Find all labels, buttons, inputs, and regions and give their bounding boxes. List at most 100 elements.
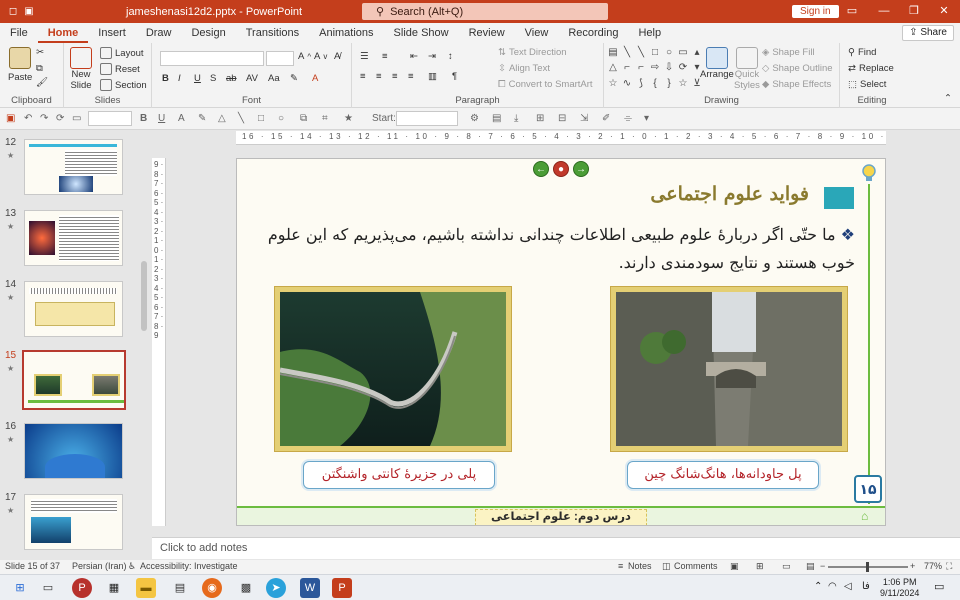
animation-mini-icon[interactable]: ★ xyxy=(344,113,353,124)
arrange-mini-icon[interactable]: ⧉ xyxy=(300,113,307,124)
language-indicator[interactable]: Persian (Iran) xyxy=(72,561,127,571)
pinned-app-p-icon[interactable]: P xyxy=(72,578,92,598)
slide-title[interactable]: فواید علوم اجتماعی xyxy=(650,183,809,205)
bullets-icon[interactable]: ☰ xyxy=(360,51,369,62)
search-box[interactable]: ⚲ Search (Alt+Q) xyxy=(362,3,608,20)
cut-icon[interactable]: ✂ xyxy=(36,47,44,58)
zoom-out-icon[interactable]: − xyxy=(820,561,825,571)
mini-icon-2[interactable]: ▤ xyxy=(492,113,501,124)
font-color-icon[interactable]: A xyxy=(312,73,318,84)
mini-icon-6[interactable]: ⇲ xyxy=(580,113,588,124)
network-app-icon[interactable]: ▩ xyxy=(236,578,256,598)
font-name-select[interactable] xyxy=(160,51,264,66)
mini-icon-3[interactable]: ⤓ xyxy=(514,113,518,124)
normal-view-icon[interactable]: ▣ xyxy=(730,561,739,572)
decrease-indent-icon[interactable]: ⇤ xyxy=(410,51,418,62)
save-icon[interactable]: ▣ xyxy=(22,5,36,19)
quick-styles-button[interactable]: Quick Styles xyxy=(734,47,760,91)
scrollbar-thumb[interactable] xyxy=(141,261,147,331)
input-language[interactable]: فا xyxy=(862,581,870,592)
minimize-icon[interactable]: — xyxy=(868,0,900,23)
undo-icon[interactable]: ↶ xyxy=(24,113,32,124)
tab-slide-show[interactable]: Slide Show xyxy=(384,23,459,43)
wifi-icon[interactable]: ◠ xyxy=(828,581,837,592)
bridge-photo-left[interactable] xyxy=(275,287,511,451)
select-button[interactable]: ⬚ Select xyxy=(848,79,886,90)
comments-button[interactable]: Comments xyxy=(674,561,718,571)
decrease-font-icon[interactable]: Av xyxy=(314,51,327,62)
shape-effects-button[interactable]: ◆ Shape Effects xyxy=(762,79,831,90)
tab-recording[interactable]: Recording xyxy=(558,23,628,43)
comments-icon[interactable]: ◫ xyxy=(662,561,671,572)
slide-canvas[interactable]: ← ● → فواید علوم اجتماعی ❖ ما حتّی اگر د… xyxy=(236,158,886,526)
notes-icon[interactable]: ≡ xyxy=(618,561,623,571)
align-left-icon[interactable]: ≡ xyxy=(360,71,366,82)
caption-left[interactable]: پلی در جزیرهٔ کانتی واشنگتن xyxy=(303,461,495,489)
text-direction-button[interactable]: ⇅ Text Direction xyxy=(498,47,567,58)
next-arrow-icon[interactable]: → xyxy=(573,161,589,177)
calculator-icon[interactable]: ▤ xyxy=(170,578,190,598)
clear-format-icon[interactable]: A̸ xyxy=(334,51,340,62)
mini-icon-4[interactable]: ⊞ xyxy=(536,113,544,124)
slide-sorter-icon[interactable]: ⊞ xyxy=(756,561,764,572)
align-right-icon[interactable]: ≡ xyxy=(392,71,398,82)
word-icon[interactable]: W xyxy=(300,578,320,598)
sign-in-button[interactable]: Sign in xyxy=(792,5,839,18)
layout-button[interactable]: Layout xyxy=(100,47,144,59)
tab-insert[interactable]: Insert xyxy=(88,23,136,43)
accessibility-icon[interactable]: ♿ xyxy=(128,561,136,572)
tab-transitions[interactable]: Transitions xyxy=(236,23,309,43)
store-icon[interactable]: ▦ xyxy=(104,578,124,598)
notification-icon[interactable]: ▭ xyxy=(934,580,944,593)
bridge-photo-right[interactable] xyxy=(611,287,847,451)
spacing-icon[interactable]: AV xyxy=(246,73,258,84)
presenter-icon[interactable]: ▭ xyxy=(72,113,81,124)
tab-review[interactable]: Review xyxy=(459,23,515,43)
tray-expand-icon[interactable]: ⌃ xyxy=(814,581,822,592)
copy-icon[interactable]: ⧉ xyxy=(36,63,43,74)
slide-thumbnail-16[interactable] xyxy=(24,423,123,479)
underline-mini-icon[interactable]: U xyxy=(158,113,165,124)
change-case-icon[interactable]: Aa xyxy=(268,73,280,84)
tab-design[interactable]: Design xyxy=(181,23,235,43)
highlight-mini-icon[interactable]: ✎ xyxy=(198,113,206,124)
notes-pane[interactable]: Click to add notes xyxy=(152,537,960,559)
tab-home[interactable]: Home xyxy=(37,23,89,43)
line-spacing-icon[interactable]: ↕ xyxy=(448,51,453,62)
redo-icon[interactable]: ↷ xyxy=(40,113,48,124)
save-small-icon[interactable]: ▣ xyxy=(6,113,15,124)
numbering-icon[interactable]: ≡ xyxy=(382,51,388,62)
rtl-icon[interactable]: ¶ xyxy=(452,71,457,82)
start-select[interactable] xyxy=(396,111,458,126)
font-size-mini-select[interactable] xyxy=(88,111,132,126)
slide-thumbnail-14[interactable] xyxy=(24,281,123,337)
customize-toolbar-icon[interactable]: ▾ xyxy=(644,113,649,124)
footer-home-icon[interactable]: ⌂ xyxy=(861,509,868,523)
slide-thumbnail-12[interactable] xyxy=(24,139,123,195)
font-size-select[interactable] xyxy=(266,51,294,66)
shapes-gallery[interactable]: ▤ ╲ ╲ □ ○ ▭ ▴ △ ⌐ ⌐ ⇨ ⇩ ⟳ ▾ ☆ ∿ ⟆{} ☆ ⊻ xyxy=(607,47,700,91)
volume-icon[interactable]: ◁ xyxy=(844,581,852,592)
thumbnail-scrollbar[interactable] xyxy=(140,131,148,560)
shape-mini-icon[interactable]: △ xyxy=(218,113,226,124)
file-explorer-icon[interactable]: ▬ xyxy=(136,578,156,598)
repeat-icon[interactable]: ⟳ xyxy=(56,113,64,124)
format-painter-icon[interactable]: 🖌 xyxy=(36,77,48,88)
bold-mini-icon[interactable]: B xyxy=(140,113,147,124)
font-color-mini-icon[interactable]: A xyxy=(178,113,185,124)
slide-thumbnail-13[interactable] xyxy=(24,210,123,266)
oval-mini-icon[interactable]: ○ xyxy=(278,113,284,124)
maximize-icon[interactable]: ❐ xyxy=(898,0,930,23)
crop-mini-icon[interactable]: ⌗ xyxy=(322,113,328,124)
share-button[interactable]: ⇪ Share xyxy=(902,25,954,41)
slideshow-icon[interactable]: ▤ xyxy=(806,561,815,572)
increase-font-icon[interactable]: A ^ xyxy=(298,51,311,62)
columns-icon[interactable]: ▥ xyxy=(428,71,437,82)
firefox-icon[interactable]: ◉ xyxy=(202,578,222,598)
reset-button[interactable]: Reset xyxy=(100,63,140,75)
shape-fill-button[interactable]: ◈ Shape Fill xyxy=(762,47,815,58)
paste-button[interactable]: Paste xyxy=(8,47,32,83)
accessibility-status[interactable]: Accessibility: Investigate xyxy=(140,561,238,571)
highlight-icon[interactable]: ✎ xyxy=(290,73,298,84)
zoom-slider-knob[interactable] xyxy=(866,562,869,572)
